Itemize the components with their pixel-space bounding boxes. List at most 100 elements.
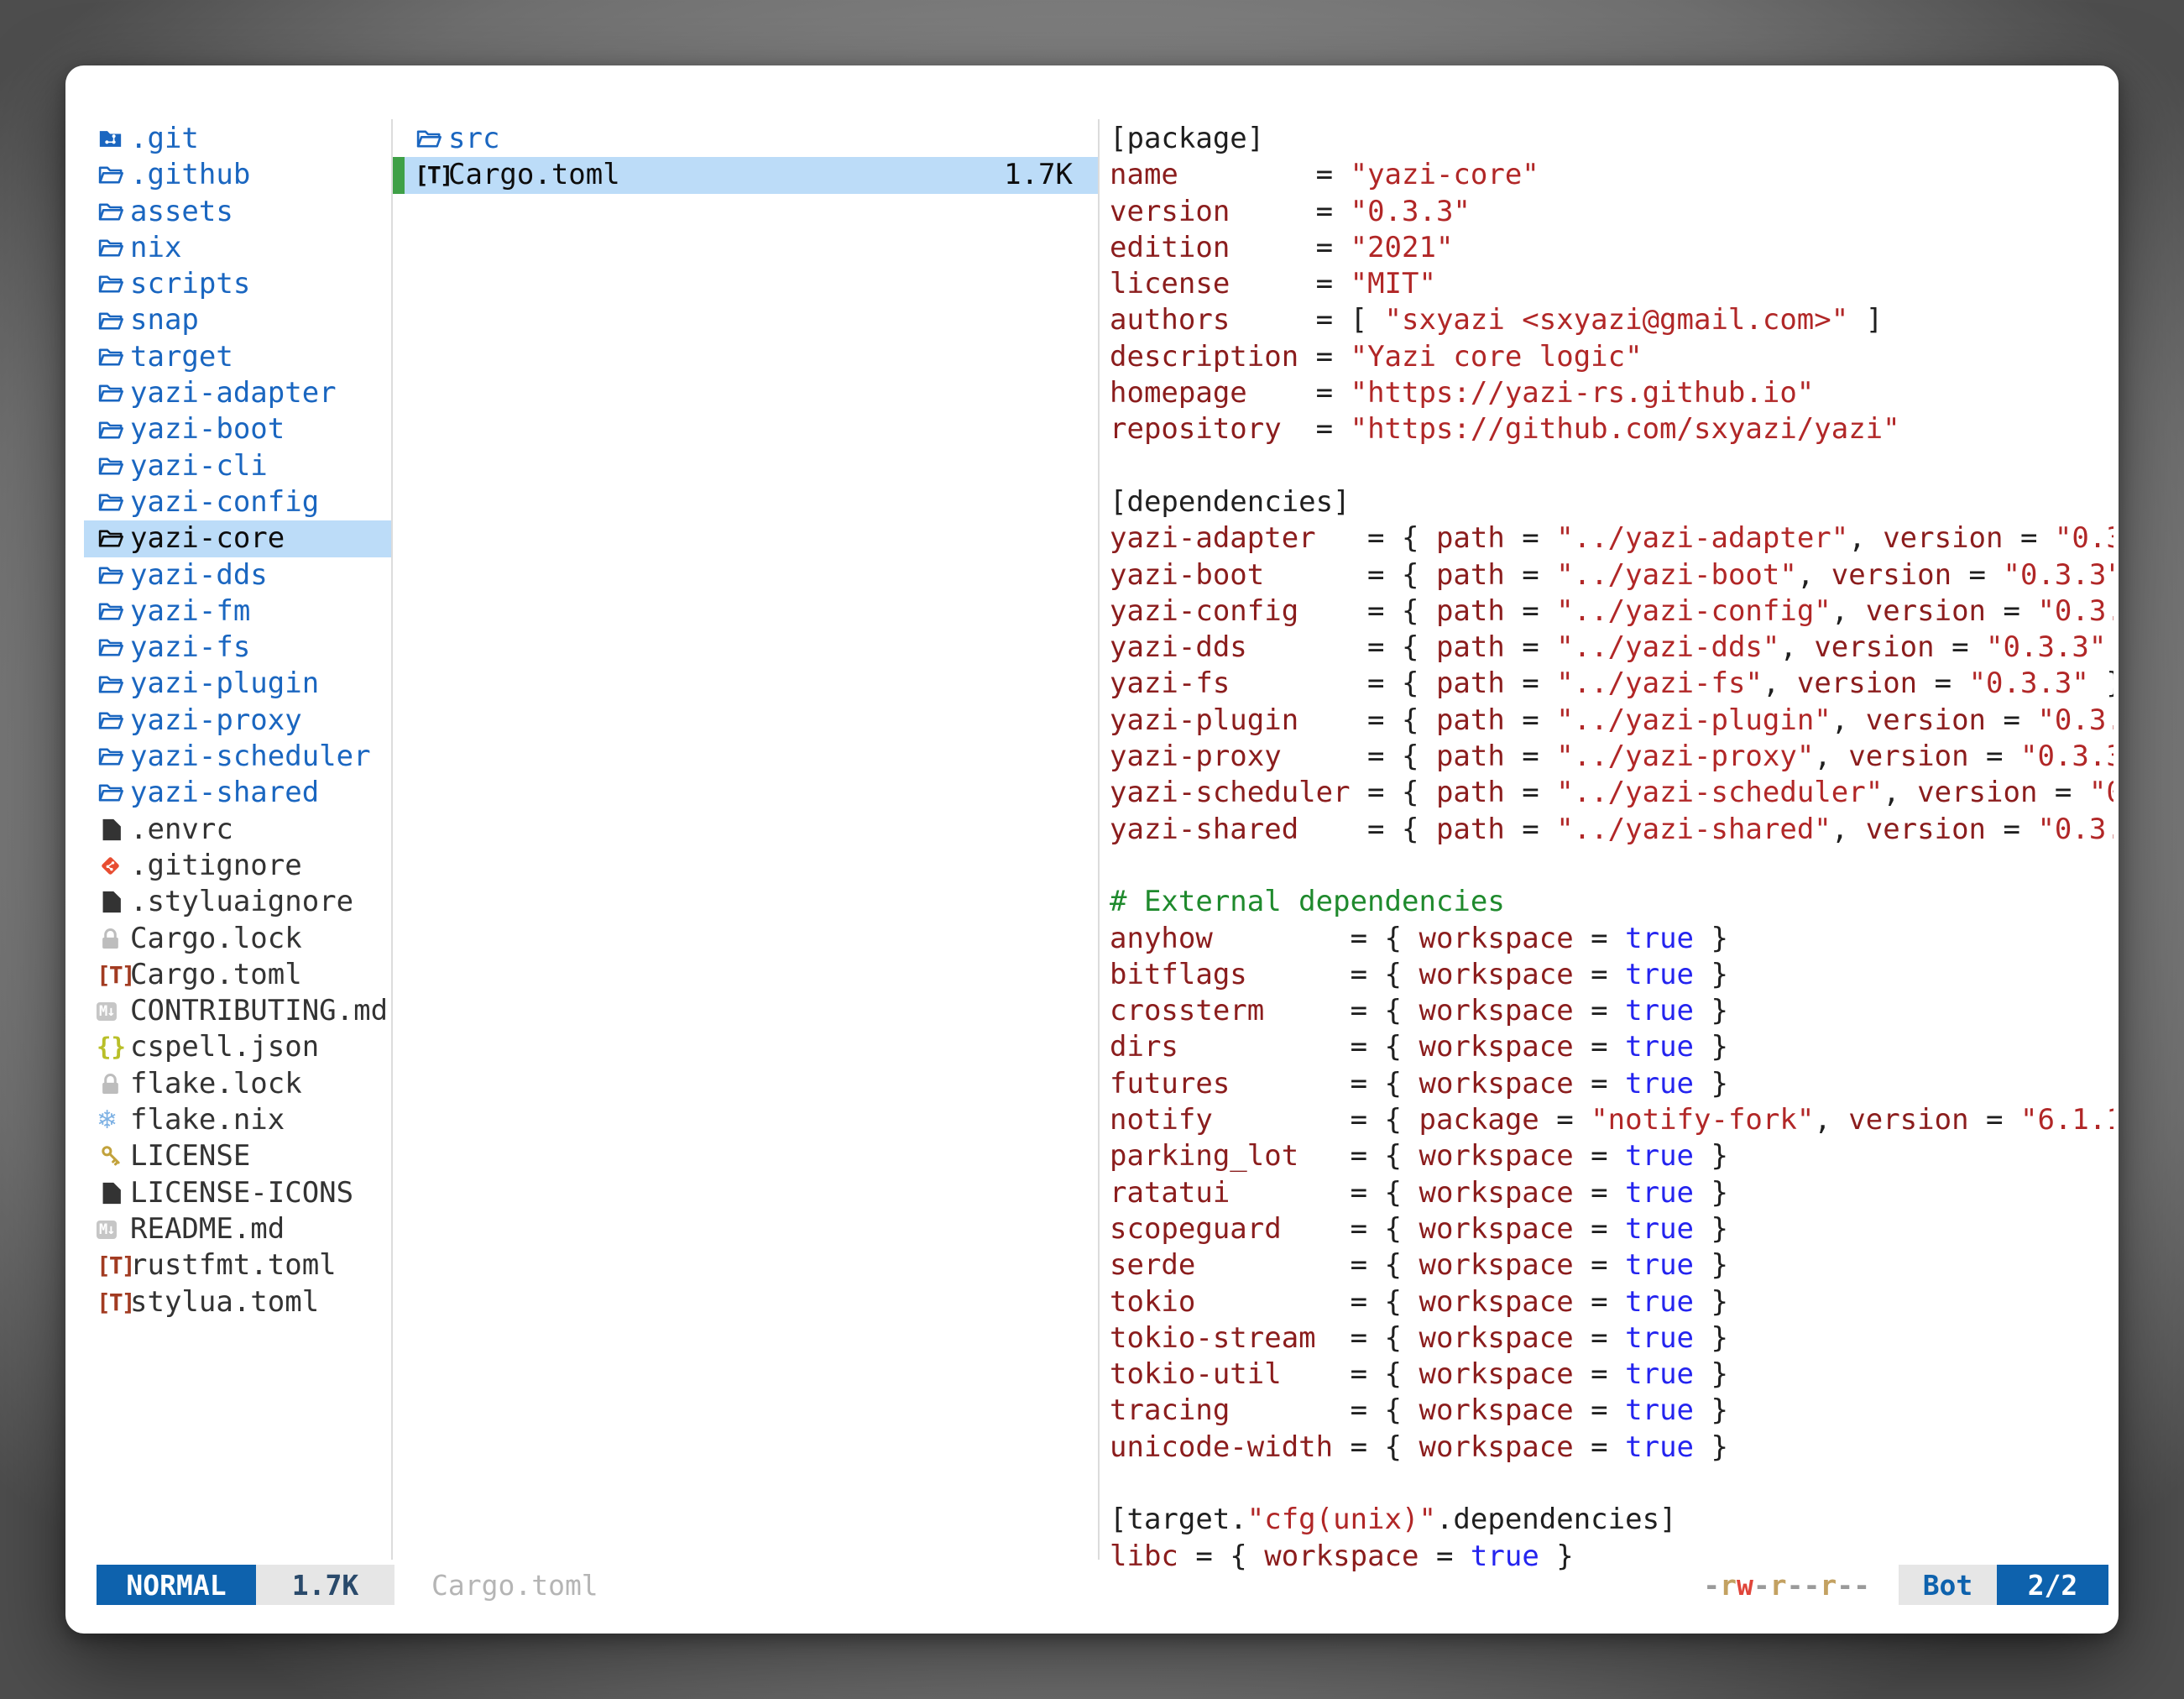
file-item-LICENSE[interactable]: LICENSE bbox=[84, 1138, 391, 1174]
folder-icon bbox=[97, 416, 130, 444]
item-label: yazi-dds bbox=[130, 557, 268, 593]
file-preview-pane[interactable]: [package]name = "yazi-core"version = "0.… bbox=[1110, 121, 2113, 1581]
item-label: Cargo.lock bbox=[130, 921, 302, 957]
dir-item-yazi-fm[interactable]: yazi-fm bbox=[84, 593, 391, 630]
snowflake-icon: ❄ bbox=[97, 1102, 130, 1138]
file-item-cspell.json[interactable]: {}cspell.json bbox=[84, 1029, 391, 1065]
folder-icon bbox=[97, 707, 130, 734]
file-item-LICENSE-ICONS[interactable]: LICENSE-ICONS bbox=[84, 1175, 391, 1211]
selection-marker bbox=[393, 157, 405, 193]
folder-icon bbox=[97, 779, 130, 807]
folder-icon bbox=[97, 562, 130, 589]
dir-item-.github[interactable]: .github bbox=[84, 157, 391, 193]
file-item-.gitignore[interactable]: .gitignore bbox=[84, 848, 391, 884]
dir-item-yazi-boot[interactable]: yazi-boot bbox=[84, 411, 391, 447]
item-label: flake.lock bbox=[130, 1066, 302, 1102]
dir-item-yazi-shared[interactable]: yazi-shared bbox=[84, 775, 391, 811]
folder-icon bbox=[97, 307, 130, 335]
file-item-CONTRIBUTING.md[interactable]: M↓CONTRIBUTING.md bbox=[84, 993, 391, 1029]
toml-icon: [T] bbox=[97, 1247, 130, 1283]
mode-label: NORMAL bbox=[126, 1569, 226, 1602]
preview-line: yazi-fs = { path = "../yazi-fs", version… bbox=[1110, 666, 2113, 702]
preview-line: serde = { workspace = true } bbox=[1110, 1247, 2113, 1283]
file-size-chip: 1.7K bbox=[256, 1565, 394, 1605]
dir-item-src[interactable]: src bbox=[393, 121, 1098, 157]
file-item-README.md[interactable]: M↓README.md bbox=[84, 1211, 391, 1247]
dir-item-yazi-fs[interactable]: yazi-fs bbox=[84, 630, 391, 666]
dir-item-yazi-cli[interactable]: yazi-cli bbox=[84, 448, 391, 484]
preview-line: unicode-width = { workspace = true } bbox=[1110, 1430, 2113, 1466]
item-label: LICENSE bbox=[130, 1138, 250, 1174]
parent-directory-pane[interactable]: .git.githubassetsnixscriptssnaptargetyaz… bbox=[84, 121, 391, 1320]
folder-icon bbox=[97, 452, 130, 480]
dir-item-.git[interactable]: .git bbox=[84, 121, 391, 157]
dir-item-yazi-config[interactable]: yazi-config bbox=[84, 484, 391, 520]
file-item-.envrc[interactable]: .envrc bbox=[84, 812, 391, 848]
file-item-.styluaignore[interactable]: .styluaignore bbox=[84, 884, 391, 920]
dir-item-yazi-scheduler[interactable]: yazi-scheduler bbox=[84, 739, 391, 775]
item-label: .git bbox=[130, 121, 199, 157]
cursor-position-chip: 2/2 bbox=[1997, 1565, 2108, 1605]
item-label: cspell.json bbox=[130, 1029, 319, 1065]
preview-line: [target."cfg(unix)".dependencies] bbox=[1110, 1502, 2113, 1538]
preview-line bbox=[1110, 448, 2113, 484]
item-label: yazi-proxy bbox=[130, 703, 302, 739]
file-item-Cargo.toml[interactable]: [T]Cargo.toml1.7K bbox=[393, 157, 1098, 193]
preview-line: yazi-boot = { path = "../yazi-boot", ver… bbox=[1110, 557, 2113, 593]
dir-item-yazi-dds[interactable]: yazi-dds bbox=[84, 557, 391, 593]
folder-icon bbox=[97, 525, 130, 552]
preview-line: yazi-shared = { path = "../yazi-shared",… bbox=[1110, 812, 2113, 848]
file-item-rustfmt.toml[interactable]: [T]rustfmt.toml bbox=[84, 1247, 391, 1283]
current-directory-pane[interactable]: src[T]Cargo.toml1.7K bbox=[393, 121, 1098, 194]
file-item-Cargo.toml[interactable]: [T]Cargo.toml bbox=[84, 957, 391, 993]
dir-item-assets[interactable]: assets bbox=[84, 194, 391, 230]
file-permissions: -rw-r--r-- bbox=[1703, 1569, 1870, 1602]
preview-line bbox=[1110, 1466, 2113, 1502]
item-label: LICENSE-ICONS bbox=[130, 1175, 353, 1211]
preview-line: yazi-config = { path = "../yazi-config",… bbox=[1110, 593, 2113, 630]
preview-line: version = "0.3.3" bbox=[1110, 194, 2113, 230]
dir-item-target[interactable]: target bbox=[84, 339, 391, 375]
lock-icon bbox=[97, 1070, 130, 1098]
item-label: src bbox=[448, 121, 499, 157]
scroll-position-label: Bot bbox=[1923, 1569, 1973, 1602]
yazi-file-manager-window: .git.githubassetsnixscriptssnaptargetyaz… bbox=[65, 65, 2119, 1634]
dir-item-yazi-core[interactable]: yazi-core bbox=[84, 520, 391, 557]
item-label: flake.nix bbox=[130, 1102, 285, 1138]
file-item-Cargo.lock[interactable]: Cargo.lock bbox=[84, 921, 391, 957]
markdown-icon: M↓ bbox=[97, 1221, 130, 1239]
git-diamond-icon bbox=[97, 852, 130, 880]
dir-item-yazi-plugin[interactable]: yazi-plugin bbox=[84, 666, 391, 702]
preview-line: bitflags = { workspace = true } bbox=[1110, 957, 2113, 993]
file-icon bbox=[97, 1179, 130, 1207]
item-label: Cargo.toml bbox=[448, 157, 620, 193]
item-label: .github bbox=[130, 157, 250, 193]
item-label: yazi-fs bbox=[130, 630, 250, 666]
dir-item-yazi-proxy[interactable]: yazi-proxy bbox=[84, 703, 391, 739]
preview-line: repository = "https://github.com/sxyazi/… bbox=[1110, 411, 2113, 447]
file-item-flake.lock[interactable]: flake.lock bbox=[84, 1066, 391, 1102]
file-size-label: 1.7K bbox=[292, 1569, 358, 1602]
dir-item-yazi-adapter[interactable]: yazi-adapter bbox=[84, 375, 391, 411]
item-label: Cargo.toml bbox=[130, 957, 302, 993]
preview-line: authors = [ "sxyazi <sxyazi@gmail.com>" … bbox=[1110, 302, 2113, 338]
file-item-stylua.toml[interactable]: [T]stylua.toml bbox=[84, 1284, 391, 1320]
pane-separator-1 bbox=[391, 119, 393, 1560]
preview-line: [package] bbox=[1110, 121, 2113, 157]
preview-line: edition = "2021" bbox=[1110, 230, 2113, 266]
item-label: yazi-config bbox=[130, 484, 319, 520]
preview-line: anyhow = { workspace = true } bbox=[1110, 921, 2113, 957]
status-bar: NORMAL 1.7K Cargo.toml -rw-r--r-- Bot 2/… bbox=[97, 1565, 2108, 1605]
dir-item-nix[interactable]: nix bbox=[84, 230, 391, 266]
folder-icon bbox=[97, 234, 130, 262]
item-label: .styluaignore bbox=[130, 884, 353, 920]
item-label: nix bbox=[130, 230, 181, 266]
dir-item-snap[interactable]: snap bbox=[84, 302, 391, 338]
item-label: yazi-shared bbox=[130, 775, 319, 811]
preview-line: crossterm = { workspace = true } bbox=[1110, 993, 2113, 1029]
file-item-flake.nix[interactable]: ❄flake.nix bbox=[84, 1102, 391, 1138]
preview-line: parking_lot = { workspace = true } bbox=[1110, 1138, 2113, 1174]
dir-item-scripts[interactable]: scripts bbox=[84, 266, 391, 302]
preview-line: yazi-adapter = { path = "../yazi-adapter… bbox=[1110, 520, 2113, 557]
preview-line: yazi-dds = { path = "../yazi-dds", versi… bbox=[1110, 630, 2113, 666]
